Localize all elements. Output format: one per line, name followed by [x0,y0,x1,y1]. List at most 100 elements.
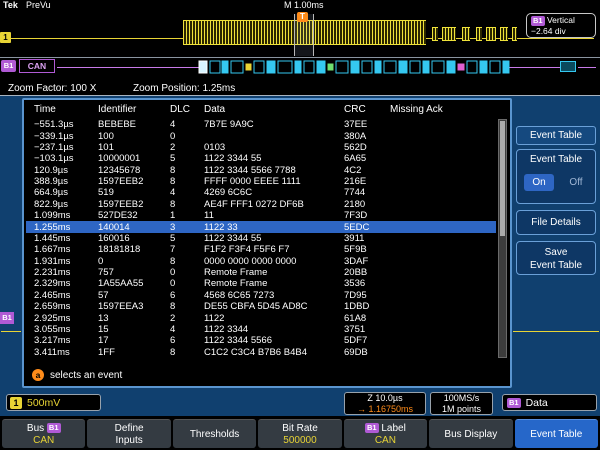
cell-time: 2.925ms [34,312,71,324]
save-event-table-button[interactable]: Save Event Table [516,241,596,275]
menu-button-label: Define [114,422,144,434]
table-row[interactable]: 2.465ms 57 6 4568 6C65 7273 7D95 [26,290,496,301]
cell-time: 2.465ms [34,289,71,301]
table-row[interactable]: −551.3µs BEBEBE 4 7B7E 9A9C 37EE [26,119,496,130]
channel1-burst-small [486,27,496,41]
cell-dlc: 8 [170,301,176,313]
cell-time: −237.1µs [34,141,74,153]
cell-dlc: 4 [170,187,176,199]
table-row[interactable]: −103.1µs 10000001 5 1122 3344 55 6A65 [26,153,496,164]
cell-crc: 562D [344,141,367,153]
cell-crc: 7F3D [344,210,368,222]
cell-time: 3.055ms [34,323,71,335]
cell-crc: 69DB [344,346,368,358]
delay-time: 1.16750ms [368,404,414,414]
acquisition-readout: 100MS/s 1M points [430,392,493,415]
waveform-bottom-divider [0,95,600,96]
cell-time: 2.659ms [34,301,71,313]
table-row[interactable]: −339.1µs 100 0 380A [26,130,496,142]
tek-logo: Tek [3,0,18,10]
bus-readout-label: Data [525,396,548,409]
table-row[interactable]: 2.659ms 1597EEA3 8 DE55 CBFA 5D45 AD8C 1DBD [26,301,496,312]
toggle-label: Event Table [529,154,583,165]
cell-data: FFFF 0000 EEEE 1111 [204,176,301,188]
table-row[interactable]: 3.055ms 15 4 1122 3344 3751 [26,324,496,335]
cell-crc: 3751 [344,323,366,335]
menu-button-bus-display[interactable]: Bus Display [429,419,513,448]
cell-dlc: 2 [170,141,176,153]
cell-data: 0103 [204,141,226,153]
menu-button-label: Bit Rate [282,422,318,434]
cell-identifier: 160016 [98,232,130,244]
cell-identifier: 13 [98,312,109,324]
bus-vertical-readout: B1 Vertical −2.64 div [526,13,596,38]
cell-data: 11 [204,210,214,222]
can-bus-trace [57,67,200,68]
toggle-off-option[interactable]: Off [561,174,591,191]
cell-dlc: 0 [170,130,176,142]
cell-crc: 1DBD [344,301,370,313]
cell-crc: 380A [344,130,367,142]
menu-button-bit-rate[interactable]: Bit Rate 500000 [258,419,342,448]
bus-b1-marker[interactable]: B1 [1,60,16,72]
cell-data: 1122 33 [204,221,238,233]
cell-crc: 216E [344,176,367,188]
menu-button-event-table[interactable]: Event Table [514,419,598,448]
menu-button-label: Thresholds [189,428,240,440]
column-header-missing-ack: Missing Ack [390,104,443,115]
file-details-button[interactable]: File Details [516,210,596,235]
trigger-position-marker[interactable]: T [297,12,308,22]
channel1-readout[interactable]: 1 500mV [6,394,101,411]
cell-identifier: 57 [98,289,109,301]
overview-zoom-divider [0,57,600,58]
sample-rate: 100MS/s [443,393,480,403]
table-row[interactable]: 664.9µs 519 4 4269 6C6C 7744 [26,187,496,198]
table-scrollbar[interactable] [498,119,507,358]
toggle-on-option[interactable]: On [524,174,554,191]
cell-identifier: 1FF [98,346,115,358]
cell-time: 664.9µs [34,187,68,199]
menu-button-thresholds[interactable]: Thresholds [172,419,257,448]
table-row[interactable]: 120.9µs 12345678 8 1122 3344 5566 7788 4C2 [26,165,496,176]
acquisition-status: PreVu [26,0,51,10]
vertical-value: −2.64 div [531,26,566,36]
table-row[interactable]: 388.9µs 1597EEB2 8 FFFF 0000 EEEE 1111 216E [26,176,496,187]
menu-button-bus[interactable]: Bus B1 CAN [2,419,86,448]
menu-button-label[interactable]: B1 Label CAN [343,419,428,448]
channel1-ground-marker[interactable]: 1 [0,32,11,43]
table-row[interactable]: 3.411ms 1FF 8 C1C2 C3C4 B7B6 B4B4 69DB [26,347,496,358]
channel1-badge: 1 [10,396,22,409]
table-row[interactable]: 1.931ms 0 8 0000 0000 0000 0000 3DAF [26,256,496,267]
table-row[interactable]: 822.9µs 1597EEB2 8 AE4F FFF1 0272 DF6B 2180 [26,199,496,210]
cell-dlc: 2 [170,312,176,324]
table-row[interactable]: 1.255ms 140014 3 1122 33 5EDC [26,221,496,233]
cell-dlc: 0 [170,267,176,279]
menu-button-label: Bus Display [444,428,498,440]
cell-data: 4568 6C65 7273 [204,289,275,301]
cell-crc: 20BB [344,267,368,279]
cell-identifier: 1A55AA55 [98,278,144,290]
column-header-dlc: DLC [170,104,191,115]
zoom-factor-readout: Zoom Factor: 100 X [8,83,97,94]
table-row[interactable]: 1.667ms 18181818 7 F1F2 F3F4 F5F6 F7 5F9B [26,244,496,255]
cell-dlc: 8 [170,255,176,267]
table-row[interactable]: −237.1µs 101 2 0103 562D [26,142,496,153]
table-row[interactable]: 2.329ms 1A55AA55 0 Remote Frame 3536 [26,278,496,289]
cell-identifier: 10000001 [98,153,141,165]
scrollbar-thumb[interactable] [500,121,505,236]
waveform-area: Tek PreVu M 1.00ms T 1 B1 CAN Zoom Facto… [0,0,600,96]
cell-identifier: 1597EEA3 [98,301,144,313]
column-header-data: Data [204,104,226,115]
event-table-toggle-button[interactable]: Event Table On Off [516,149,596,204]
table-row[interactable]: 2.231ms 757 0 Remote Frame 20BB [26,267,496,278]
table-row[interactable]: 2.925ms 13 2 1122 61A8 [26,312,496,324]
cell-dlc: 8 [170,176,176,188]
menu-button-define-inputs[interactable]: Define Inputs [87,419,171,448]
table-row[interactable]: 1.099ms 527DE32 1 11 7F3D [26,210,496,221]
cell-dlc: 0 [170,278,176,290]
menu-button-label: Bus B1 [26,422,61,434]
cell-identifier: BEBEBE [98,119,137,131]
table-row[interactable]: 3.217ms 17 6 1122 3344 5566 5DF7 [26,335,496,346]
table-row[interactable]: 1.445ms 160016 5 1122 3344 55 3911 [26,233,496,244]
oscilloscope-screen: Tek PreVu M 1.00ms T 1 B1 CAN Zoom Facto… [0,0,600,450]
